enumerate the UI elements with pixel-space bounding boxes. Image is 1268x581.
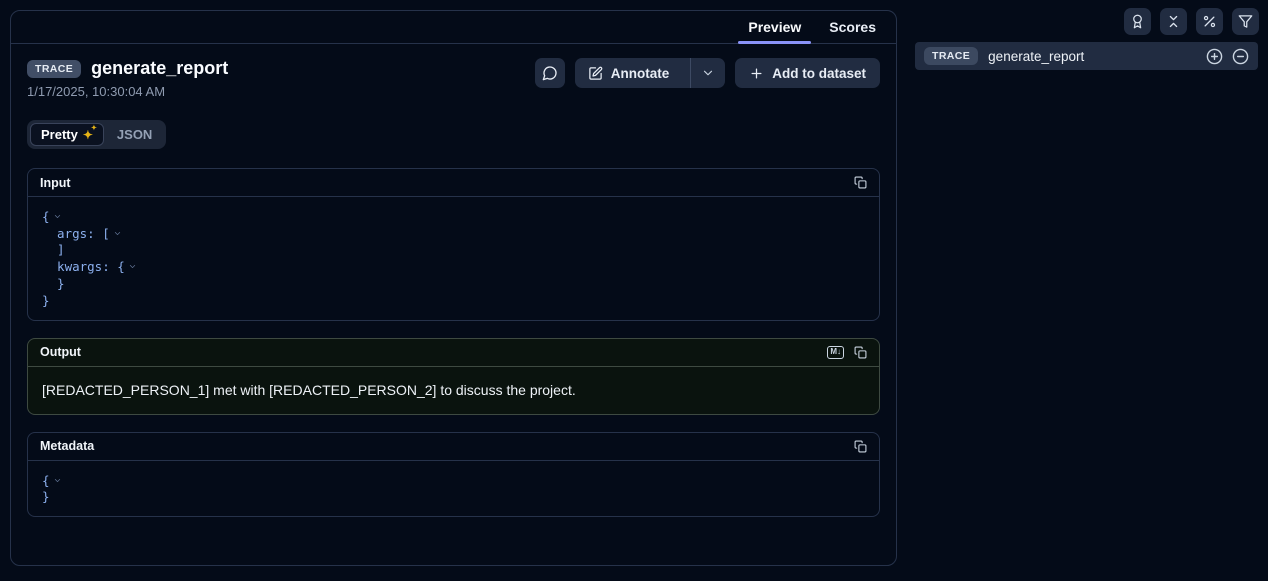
- metadata-section-title: Metadata: [40, 439, 94, 453]
- annotate-split-button: Annotate: [575, 58, 726, 88]
- annotations-button[interactable]: [1124, 8, 1151, 35]
- tab-preview[interactable]: Preview: [736, 11, 813, 43]
- toggle-json-label: JSON: [117, 127, 152, 142]
- chevron-down-icon[interactable]: [53, 212, 62, 221]
- annotate-dropdown-button[interactable]: [690, 58, 725, 88]
- circle-plus-icon: [1206, 48, 1223, 65]
- markdown-icon: M↓: [830, 347, 841, 356]
- trace-actions: Annotate Add to dataset: [535, 58, 880, 88]
- tree-row-actions: [1206, 48, 1249, 65]
- code-line: }: [42, 489, 865, 506]
- chevron-down-icon[interactable]: [113, 229, 122, 238]
- percent-icon: [1202, 14, 1217, 29]
- award-icon: [1130, 14, 1145, 29]
- add-to-dataset-label: Add to dataset: [772, 66, 866, 81]
- annotate-button-label: Annotate: [611, 66, 670, 81]
- page-title: generate_report: [91, 58, 228, 79]
- preview-tab-bar: Preview Scores: [11, 11, 896, 44]
- output-text: [REDACTED_PERSON_1] met with [REDACTED_P…: [28, 367, 879, 414]
- trace-type-badge: TRACE: [27, 60, 81, 78]
- trace-type-badge: TRACE: [924, 47, 978, 65]
- copy-icon: [854, 346, 867, 359]
- filter-icon: [1238, 14, 1253, 29]
- code-line: ]: [42, 242, 865, 259]
- expand-all-button[interactable]: [1206, 48, 1223, 65]
- output-section-title: Output: [40, 345, 81, 359]
- toggle-json[interactable]: JSON: [106, 123, 163, 146]
- collapse-all-button[interactable]: [1160, 8, 1187, 35]
- trace-tree-row-selected[interactable]: TRACE generate_report: [915, 42, 1258, 70]
- copy-output-button[interactable]: [854, 346, 867, 359]
- view-mode-toggle: Pretty ✦✦ JSON: [27, 120, 166, 149]
- input-section: Input { args: [ ] kwargs: { }: [27, 168, 880, 321]
- chevron-down-icon[interactable]: [128, 262, 137, 271]
- chevron-down-icon: [701, 66, 715, 80]
- comment-icon: [542, 65, 558, 81]
- panel-body: TRACE generate_report 1/17/2025, 10:30:0…: [11, 44, 896, 565]
- tab-scores-label: Scores: [829, 19, 876, 35]
- code-line: {: [42, 208, 865, 225]
- chevron-down-icon[interactable]: [53, 476, 62, 485]
- input-section-title: Input: [40, 176, 71, 190]
- code-line: args: [: [42, 225, 865, 242]
- code-line: kwargs: {: [42, 258, 865, 275]
- toggle-pretty[interactable]: Pretty ✦✦: [30, 123, 104, 146]
- metadata-json-view: { }: [28, 461, 879, 517]
- trace-identity: TRACE generate_report 1/17/2025, 10:30:0…: [27, 58, 228, 99]
- circle-minus-icon: [1232, 48, 1249, 65]
- add-to-dataset-button[interactable]: Add to dataset: [735, 58, 880, 88]
- code-line: {: [42, 472, 865, 489]
- toggle-pretty-label: Pretty: [41, 127, 78, 142]
- copy-icon: [854, 440, 867, 453]
- tab-preview-label: Preview: [748, 19, 801, 35]
- trace-timestamp: 1/17/2025, 10:30:04 AM: [27, 84, 228, 99]
- filter-button[interactable]: [1232, 8, 1259, 35]
- trace-header: TRACE generate_report 1/17/2025, 10:30:0…: [27, 58, 880, 99]
- metrics-button[interactable]: [1196, 8, 1223, 35]
- plus-icon: [749, 66, 764, 81]
- code-line: }: [42, 292, 865, 309]
- io-sections: Input { args: [ ] kwargs: { }: [27, 168, 880, 517]
- markdown-toggle-button[interactable]: M↓: [827, 346, 844, 359]
- input-json-view: { args: [ ] kwargs: { } }: [28, 197, 879, 320]
- trace-preview-panel: Preview Scores TRACE generate_report 1/1…: [10, 10, 897, 566]
- collapse-row-button[interactable]: [1232, 48, 1249, 65]
- copy-input-button[interactable]: [854, 176, 867, 189]
- output-section: Output M↓ [REDACTED_PERSON_1] met with […: [27, 338, 880, 415]
- tab-scores[interactable]: Scores: [817, 11, 888, 43]
- sparkles-icon: ✦✦: [83, 129, 93, 141]
- edit-icon: [588, 66, 603, 81]
- tree-row-title: generate_report: [988, 49, 1206, 64]
- copy-icon: [854, 176, 867, 189]
- code-line: }: [42, 275, 865, 292]
- collapse-vertical-icon: [1166, 14, 1181, 29]
- metadata-section: Metadata { }: [27, 432, 880, 518]
- annotate-button[interactable]: Annotate: [575, 58, 683, 88]
- comment-button[interactable]: [535, 58, 565, 88]
- copy-metadata-button[interactable]: [854, 440, 867, 453]
- tree-toolbar: [1124, 8, 1259, 35]
